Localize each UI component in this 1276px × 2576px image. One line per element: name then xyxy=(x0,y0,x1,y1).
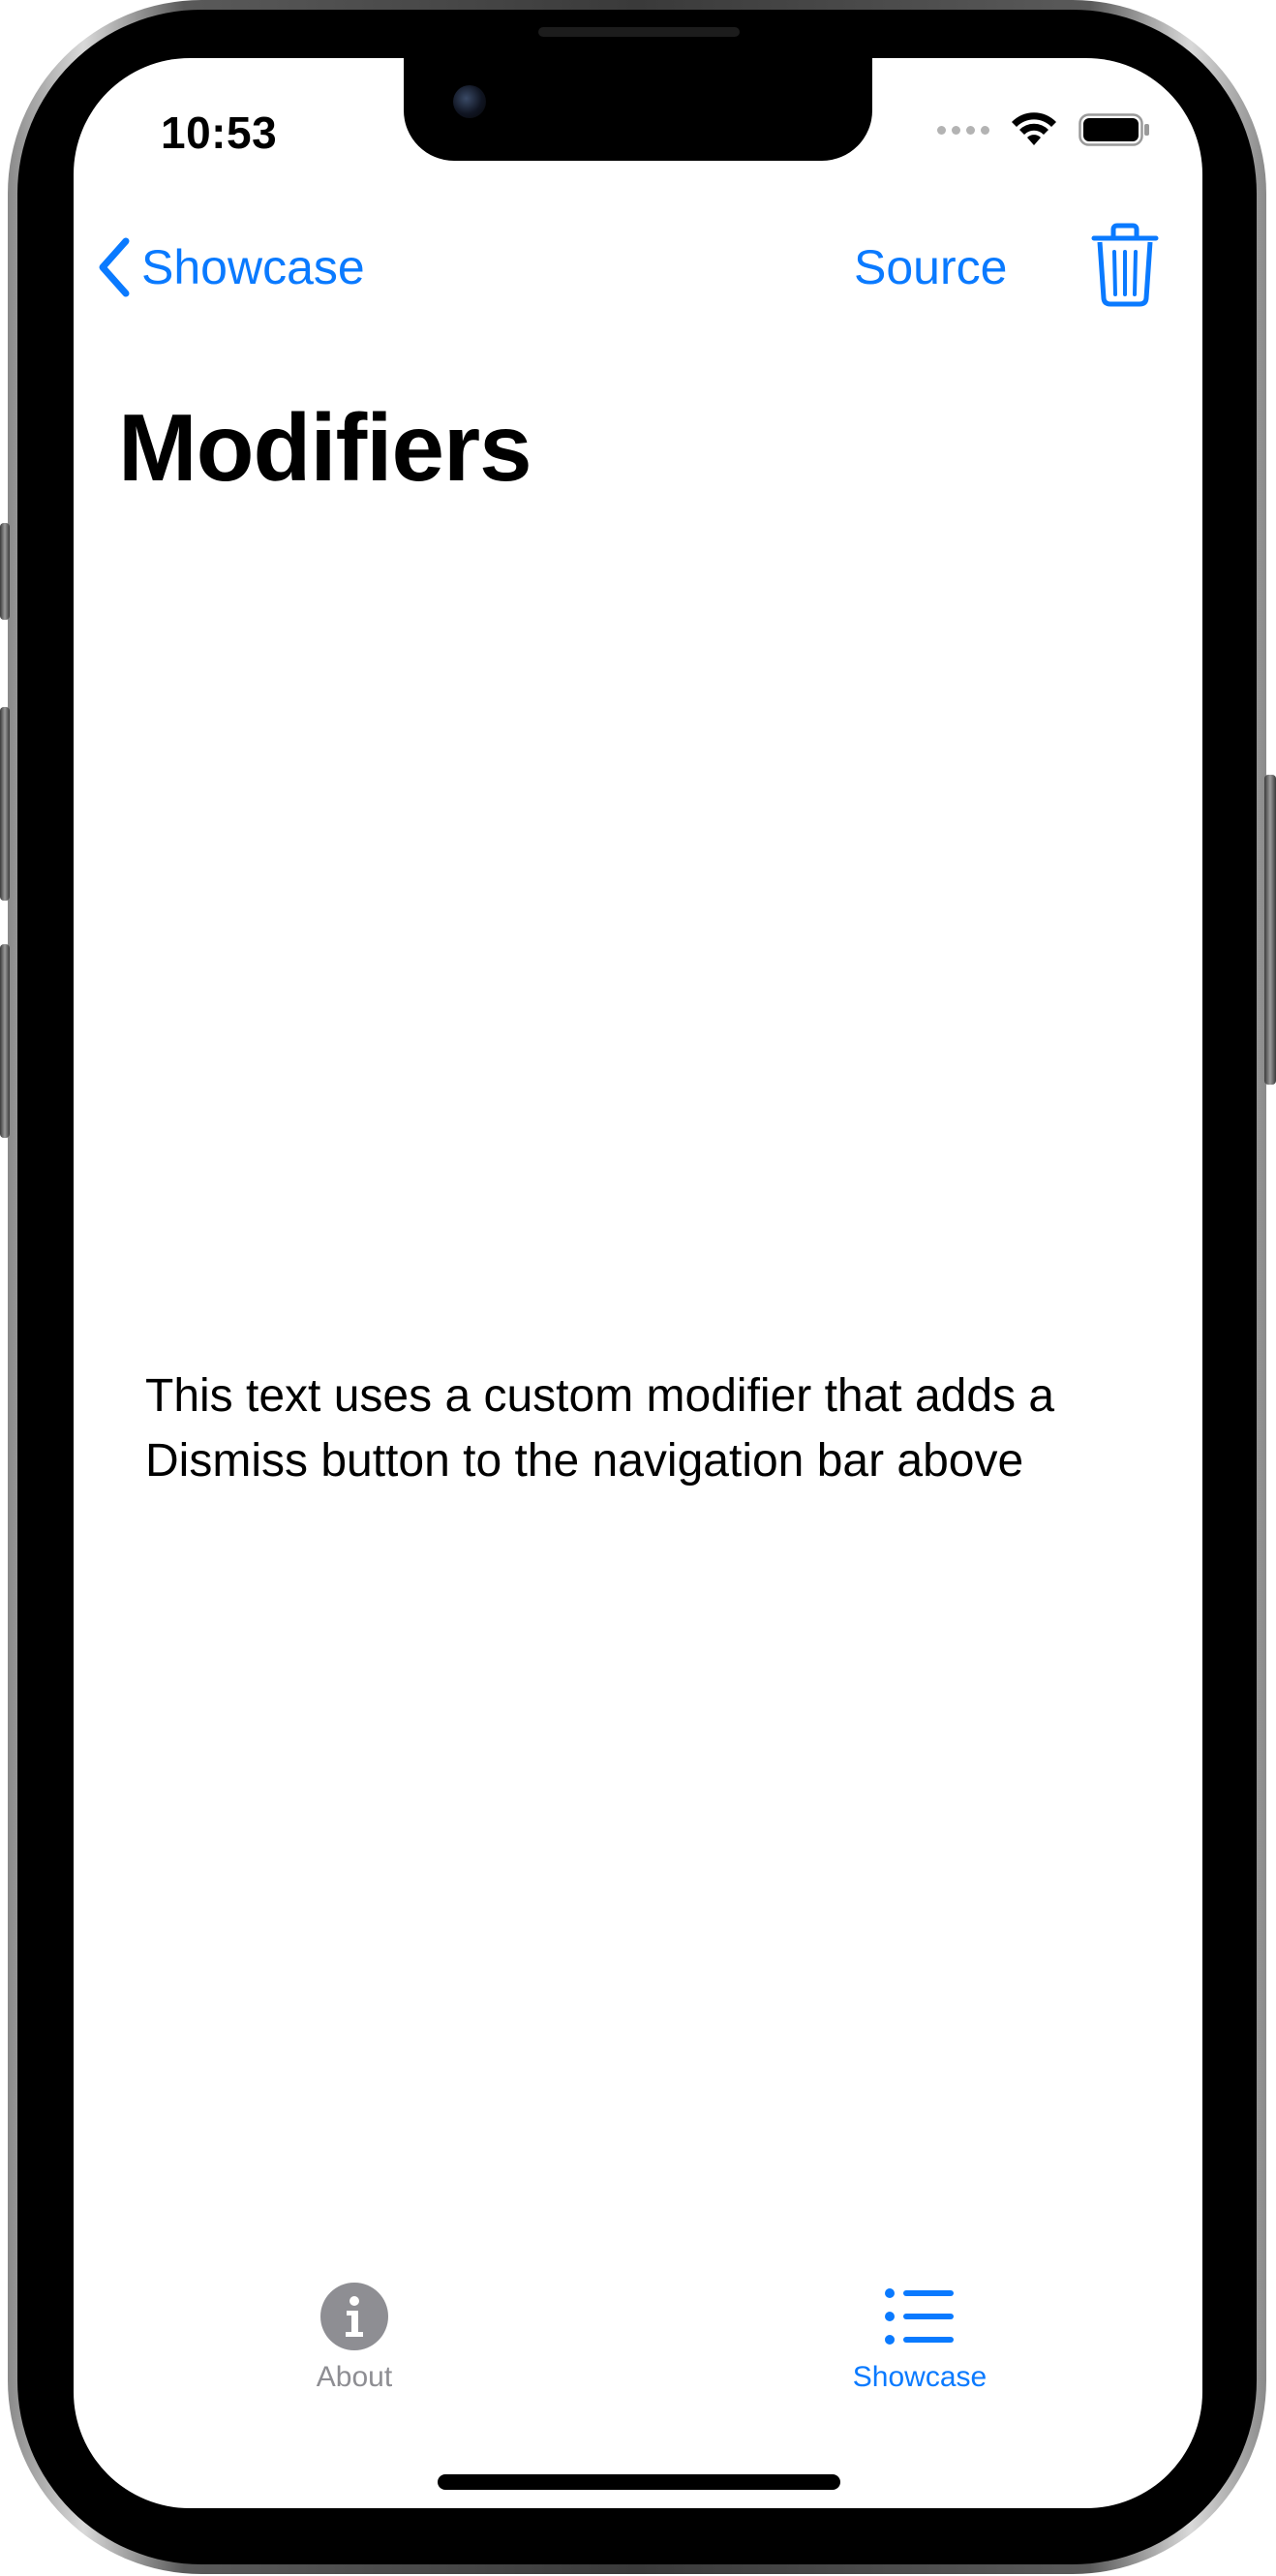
earpiece-speaker xyxy=(538,27,740,37)
chevron-left-icon xyxy=(99,237,130,297)
info-circle-icon xyxy=(320,2283,388,2350)
screen: 10:53 Showcase Source Modifiers This tex… xyxy=(74,58,1202,2508)
cellular-signal-icon xyxy=(937,125,989,135)
front-camera xyxy=(453,85,486,118)
tab-about-label: About xyxy=(316,2361,393,2393)
tab-showcase-label: Showcase xyxy=(852,2361,987,2393)
volume-down-button xyxy=(0,944,10,1138)
power-button xyxy=(1264,775,1276,1085)
status-time: 10:53 xyxy=(161,107,278,158)
trash-icon xyxy=(1091,223,1159,307)
volume-up-button xyxy=(0,707,10,901)
wifi-icon xyxy=(1012,112,1056,145)
status-icons xyxy=(937,112,1150,147)
device-frame: 10:53 Showcase Source Modifiers This tex… xyxy=(0,0,1276,2576)
source-button[interactable]: Source xyxy=(854,229,1007,306)
page-title: Modifiers xyxy=(118,394,532,501)
tab-about[interactable]: About xyxy=(248,2282,461,2394)
list-bullet-icon xyxy=(885,2288,954,2345)
mute-switch xyxy=(0,523,10,620)
back-button-label: Showcase xyxy=(141,240,365,294)
battery-icon xyxy=(1079,113,1149,146)
body-text: This text uses a custom modifier that ad… xyxy=(145,1370,1055,1487)
home-indicator[interactable] xyxy=(438,2474,840,2490)
trash-button[interactable] xyxy=(1090,221,1160,308)
tab-showcase[interactable]: Showcase xyxy=(813,2282,1026,2394)
back-button[interactable]: Showcase xyxy=(95,229,365,306)
